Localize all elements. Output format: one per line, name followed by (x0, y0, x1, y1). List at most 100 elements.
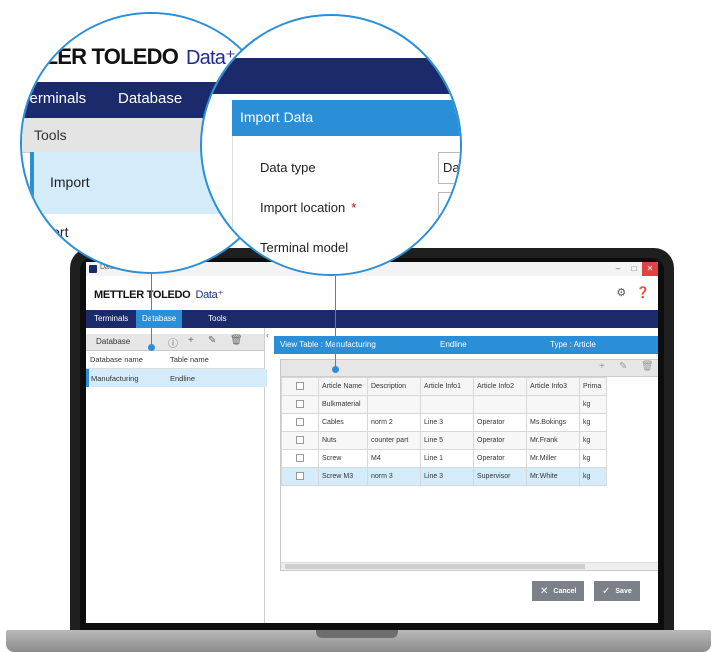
cell-info3: Mr.White (526, 467, 580, 486)
window-controls: – □ ✕ (610, 262, 658, 276)
select-all-checkbox[interactable] (281, 377, 319, 396)
database-toolbar: Database ⓘ + ✎ 🗑 (86, 334, 264, 351)
cancel-button[interactable]: ✕ Cancel (532, 581, 585, 601)
save-label: Save (615, 587, 632, 595)
col-article-info3[interactable]: Article Info3 (526, 377, 580, 396)
laptop-notch (316, 630, 398, 638)
table-row[interactable]: Screw M4 Line 1 Operator Mr.Miller kg (281, 449, 607, 468)
zoom-tab-database[interactable]: Database (118, 90, 182, 107)
grid-edit-icon[interactable]: ✎ (619, 361, 627, 372)
cell-info1: Line 5 (420, 431, 474, 450)
callout-dot-right (332, 366, 339, 373)
zoom-label-data-type: Data type (260, 160, 316, 175)
table-row[interactable]: Bulkmaterial kg (281, 395, 607, 414)
save-button[interactable]: ✓ Save (594, 581, 640, 601)
zoom-import-header: Import Data (232, 100, 460, 136)
row-checkbox[interactable] (281, 395, 319, 414)
grid-delete-icon[interactable]: 🗑 (641, 361, 654, 372)
row-checkbox[interactable] (281, 431, 319, 450)
cell-description: norm 2 (367, 413, 421, 432)
zoom-import-location-input[interactable] (438, 192, 460, 224)
horizontal-scrollbar[interactable] (281, 562, 658, 570)
view-table-header: View Table : Manufacturing Endline Type … (274, 336, 658, 354)
cell-article-name: Screw M3 (318, 467, 368, 486)
row-checkbox[interactable] (281, 413, 319, 432)
database-panel: Database ⓘ + ✎ 🗑 Database name Table nam… (86, 328, 267, 623)
gear-icon[interactable]: ⚙ (616, 286, 626, 299)
cell-info3 (526, 395, 580, 414)
zoom-import-title: Import Data (240, 109, 314, 125)
help-icon[interactable]: ❓ (636, 286, 650, 299)
cancel-label: Cancel (553, 587, 577, 595)
row-checkbox[interactable] (281, 467, 319, 486)
delete-icon[interactable]: 🗑 (230, 335, 243, 346)
collapse-arrow-icon[interactable]: ‹ (266, 330, 269, 340)
col-primary[interactable]: Prima (579, 377, 607, 396)
database-row[interactable]: Manufacturing Endline (86, 369, 267, 387)
row-checkbox[interactable] (281, 449, 319, 468)
close-icon: ✕ (540, 585, 549, 597)
main-nav: Terminals Database Tools (86, 310, 658, 328)
cell-article-name: Nuts (318, 431, 368, 450)
info-icon[interactable]: ⓘ (168, 335, 178, 350)
cell-description: norm 3 (367, 467, 421, 486)
view-table-type: Type : Article (550, 340, 596, 349)
grid-header-row: Article Name Description Article Info1 A… (281, 377, 607, 396)
cell-info3: Mr.Frank (526, 431, 580, 450)
zoom-menu-export[interactable]: Export (28, 224, 68, 240)
cell-info3: Ms.Bokings (526, 413, 580, 432)
zoom-tools-label: Tools (34, 127, 67, 143)
col-article-info1[interactable]: Article Info1 (420, 377, 474, 396)
data-type-value: Data (443, 160, 460, 175)
callout-line-right (335, 276, 336, 368)
tab-tools[interactable]: Tools (202, 310, 233, 328)
cell-primary: kg (579, 449, 607, 468)
scrollbar-thumb[interactable] (285, 564, 585, 569)
maximize-icon[interactable]: □ (626, 262, 642, 276)
cell-primary: kg (579, 467, 607, 486)
cell-info1: Line 1 (420, 449, 474, 468)
close-icon[interactable]: ✕ (642, 262, 658, 276)
cell-info2: Operator (473, 431, 527, 450)
table-row[interactable]: Cables norm 2 Line 3 Operator Ms.Bokings… (281, 413, 607, 432)
cell-info2: Operator (473, 449, 527, 468)
cell-description: M4 (367, 449, 421, 468)
zoom-tab-terminals[interactable]: Terminals (22, 90, 86, 107)
table-row[interactable]: Nuts counter part Line 5 Operator Mr.Fra… (281, 431, 607, 450)
callout-line-left (151, 272, 152, 347)
cell-info1 (420, 395, 474, 414)
cell-primary: kg (579, 413, 607, 432)
grid-add-icon[interactable]: + (599, 361, 605, 372)
cell-info2: Supervisor (473, 467, 527, 486)
cell-info2 (473, 395, 527, 414)
check-icon: ✓ (602, 585, 611, 597)
app-icon (89, 265, 97, 273)
col-article-info2[interactable]: Article Info2 (473, 377, 527, 396)
tab-terminals[interactable]: Terminals (88, 310, 134, 328)
zoom-data-type-select[interactable]: Data (438, 152, 460, 184)
product-name: Data⁺ (195, 289, 223, 301)
logo: METTLER TOLEDO Data⁺ (94, 288, 223, 301)
app-screen: Data+ – □ ✕ METTLER TOLEDOData⁺ ⚙ ❓ Term… (86, 262, 658, 623)
zoom-circle-import-dialog: Import Data Data type Import location * T… (200, 14, 462, 276)
database-table-header: Database name Table name (86, 351, 264, 369)
col-article-name[interactable]: Article Name (318, 377, 368, 396)
zoom-import-label: Import (50, 174, 90, 190)
cell-description: counter part (367, 431, 421, 450)
col-description[interactable]: Description (367, 377, 421, 396)
database-name-cell: Manufacturing (91, 374, 139, 383)
tab-database[interactable]: Database (136, 310, 183, 328)
cell-article-name: Bulkmaterial (318, 395, 368, 414)
col-database-name: Database name (90, 355, 143, 364)
col-table-name: Table name (170, 355, 209, 364)
cell-info2: Operator (473, 413, 527, 432)
edit-icon[interactable]: ✎ (208, 335, 216, 346)
cell-info1: Line 3 (420, 467, 474, 486)
cell-primary: kg (579, 395, 607, 414)
cell-info3: Mr.Miller (526, 449, 580, 468)
minimize-icon[interactable]: – (610, 262, 626, 276)
table-row-selected[interactable]: Screw M3 norm 3 Line 3 Supervisor Mr.Whi… (281, 467, 607, 486)
add-icon[interactable]: + (188, 335, 194, 346)
view-table-title: View Table : Manufacturing (280, 340, 376, 349)
cell-description (367, 395, 421, 414)
